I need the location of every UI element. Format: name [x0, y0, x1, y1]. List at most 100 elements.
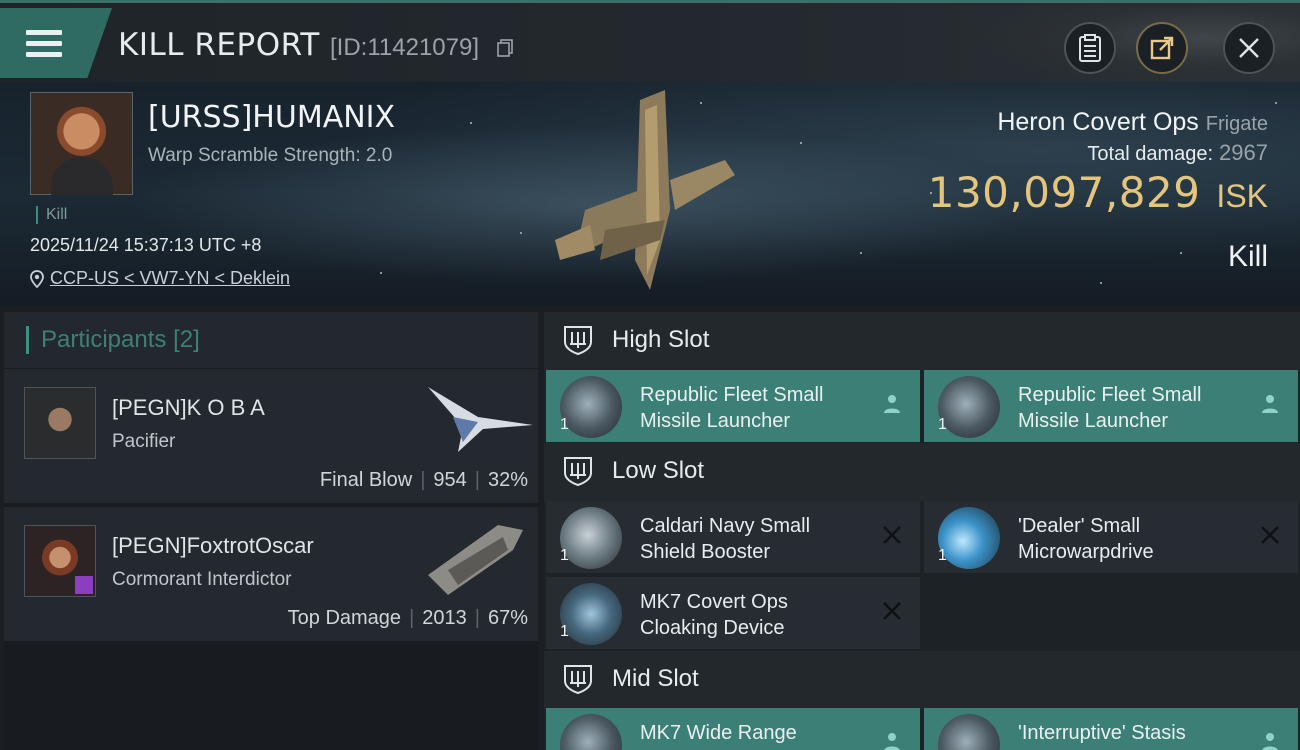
low-slot-label: Low Slot	[612, 457, 705, 484]
isk-value: 130,097,829	[927, 168, 1201, 217]
log-button[interactable]	[1064, 22, 1116, 74]
page-title: KILL REPORT	[118, 27, 320, 63]
shield-slot-icon	[564, 665, 592, 695]
kill-tag: Kill	[36, 206, 67, 224]
participant-avatar[interactable]	[24, 387, 96, 459]
person-icon	[1262, 395, 1278, 413]
menu-button[interactable]	[0, 8, 112, 78]
hamburger-icon	[26, 30, 62, 63]
module-qty: 1	[560, 416, 569, 433]
star	[800, 142, 802, 144]
person-icon	[884, 733, 900, 750]
module-name: Caldari Navy Small Shield Booster	[640, 515, 811, 563]
faction-badge-icon	[75, 576, 93, 594]
microwarpdrive-icon	[938, 507, 1000, 569]
participant-ship-image	[428, 387, 533, 452]
participant-damage: 954	[433, 469, 467, 491]
shield-slot-icon	[564, 326, 592, 356]
kill-datetime: 2025/11/24 15:37:13 UTC +8	[30, 235, 262, 255]
module-item[interactable]: 1 'Dealer' Small Microwarpdrive	[924, 501, 1298, 573]
cloaking-device-icon	[560, 583, 622, 645]
participant-avatar[interactable]	[24, 525, 96, 597]
star	[520, 232, 522, 234]
missile-launcher-icon	[938, 376, 1000, 438]
participant-row[interactable]: [PEGN]K O B A Pacifier Final Blow | 954 | 32…	[4, 369, 538, 505]
total-damage: Total damage: 2967	[1087, 140, 1268, 166]
participant-stats: Final Blow | 954 | 32%	[320, 469, 528, 492]
wide-range-module-icon	[560, 714, 622, 750]
module-item[interactable]: 1 MK7 Covert Ops Cloaking Device	[546, 577, 920, 649]
low-slot-header: Low Slot	[544, 443, 1300, 501]
share-button[interactable]	[1136, 22, 1188, 74]
module-qty: 1	[560, 547, 569, 564]
module-name: Republic Fleet Small Missile Launcher	[1018, 384, 1202, 432]
stat-separator: |	[474, 607, 480, 629]
participant-percent: 32%	[487, 469, 528, 491]
participants-header: Participants [2]	[4, 312, 538, 368]
participants-label: Participants	[41, 326, 167, 353]
person-icon	[1262, 733, 1278, 750]
participant-role: Top Damage	[287, 607, 402, 629]
participant-ship: Pacifier	[112, 431, 176, 452]
top-bar: KILL REPORT [ID:11421079]	[0, 0, 1300, 85]
module-name: 'Interruptive' Stasis	[1018, 722, 1186, 744]
victim-ship-image[interactable]	[545, 90, 755, 300]
participant-name: [PEGN]K O B A	[112, 395, 265, 420]
module-qty: 1	[938, 547, 947, 564]
total-damage-value: 2967	[1219, 140, 1268, 165]
ship-name: Heron Covert Ops	[997, 108, 1199, 136]
victim-portrait[interactable]	[30, 92, 133, 195]
module-item[interactable]: 1 'Interruptive' Stasis	[924, 708, 1298, 750]
high-slot-label: High Slot	[612, 326, 710, 353]
mid-slot-header: Mid Slot	[544, 651, 1300, 709]
participant-ship: Cormorant Interdictor	[112, 569, 292, 590]
participant-damage: 2013	[422, 607, 467, 629]
stat-separator: |	[420, 469, 426, 491]
kill-location[interactable]: CCP-US < VW7-YN < Deklein	[30, 268, 290, 289]
star	[1275, 102, 1277, 104]
location-pin-icon	[30, 269, 44, 288]
kill-result: Kill	[1227, 240, 1268, 273]
victim-name[interactable]: [URSS]HUMANIX	[148, 100, 395, 135]
module-item[interactable]: 1 MK7 Wide Range	[546, 708, 920, 750]
participant-percent: 67%	[487, 607, 528, 629]
star	[1180, 252, 1182, 254]
star	[1100, 282, 1102, 284]
participants-count: [2]	[173, 326, 200, 353]
participant-ship-image	[428, 525, 523, 595]
person-icon	[884, 395, 900, 413]
missile-launcher-icon	[560, 376, 622, 438]
module-item[interactable]: 1 Republic Fleet Small Missile Launcher	[924, 370, 1298, 442]
ship-class: Frigate	[1205, 113, 1268, 135]
star	[470, 122, 472, 124]
star	[860, 252, 862, 254]
x-icon	[883, 602, 901, 620]
participants-title: Participants [2]	[26, 326, 200, 354]
location-link[interactable]: CCP-US < VW7-YN < Deklein	[50, 268, 290, 289]
isk-unit: ISK	[1216, 178, 1268, 214]
close-button[interactable]	[1223, 22, 1275, 74]
module-qty: 1	[938, 416, 947, 433]
stat-separator: |	[474, 469, 480, 491]
victim-banner: [URSS]HUMANIX Warp Scramble Strength: 2.…	[0, 82, 1300, 306]
total-damage-label: Total damage:	[1087, 143, 1214, 165]
mid-slot-label: Mid Slot	[612, 665, 699, 692]
share-icon	[1150, 36, 1174, 60]
module-name: 'Dealer' Small Microwarpdrive	[1018, 515, 1154, 563]
copy-icon[interactable]	[497, 39, 513, 57]
victim-ship-name[interactable]: Heron Covert Ops Frigate	[997, 108, 1268, 137]
high-slot-header: High Slot	[544, 312, 1300, 370]
stasis-webifier-icon	[938, 714, 1000, 750]
clipboard-icon	[1079, 34, 1101, 62]
close-icon	[1239, 38, 1259, 58]
participant-row[interactable]: [PEGN]FoxtrotOscar Cormorant Interdictor…	[4, 507, 538, 643]
isk-value-row: 130,097,829 ISK	[928, 168, 1268, 217]
shield-slot-icon	[564, 457, 592, 487]
module-name: MK7 Covert Ops Cloaking Device	[640, 591, 788, 639]
participant-role: Final Blow	[319, 469, 413, 491]
victim-attribute: Warp Scramble Strength: 2.0	[148, 145, 393, 166]
module-name: Republic Fleet Small Missile Launcher	[640, 384, 824, 432]
star	[380, 272, 382, 274]
module-item[interactable]: 1 Republic Fleet Small Missile Launcher	[546, 370, 920, 442]
module-item[interactable]: 1 Caldari Navy Small Shield Booster	[546, 501, 920, 573]
